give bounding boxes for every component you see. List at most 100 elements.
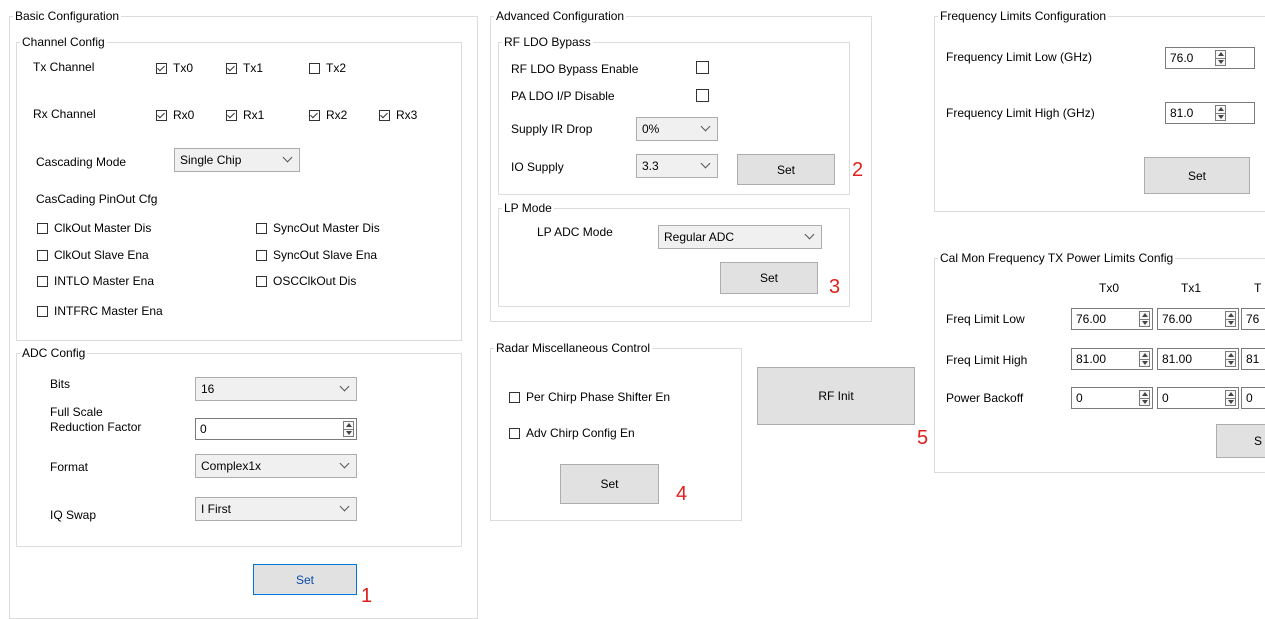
oscclkout-dis-checkbox[interactable]: OSCClkOut Dis [256, 274, 356, 288]
spinner-arrows-icon[interactable] [1215, 105, 1226, 121]
frequency-limit-low-label: Frequency Limit Low (GHz) [946, 50, 1093, 64]
spinner-arrows-icon[interactable] [1225, 390, 1236, 406]
lp-mode-set-button[interactable]: Set [720, 262, 818, 294]
bits-select[interactable]: 16 [195, 377, 357, 401]
pa-ldo-disable-checkbox[interactable] [696, 89, 709, 102]
cascading-mode-label: Cascading Mode [36, 155, 127, 169]
syncout-slave-ena-box[interactable] [256, 249, 267, 261]
chevron-down-icon [339, 501, 350, 512]
io-supply-label: IO Supply [511, 160, 564, 174]
frequency-limit-low-value: 76.0 [1170, 51, 1194, 65]
syncout-slave-ena-label: SyncOut Slave Ena [273, 248, 378, 262]
spinner-arrows-icon[interactable] [1225, 311, 1236, 327]
chevron-down-icon [700, 121, 711, 132]
calmon-low-tx2-input[interactable]: 76 [1241, 308, 1265, 330]
calmon-col-tx1: Tx1 [1181, 281, 1202, 295]
rx3-checkbox-box[interactable] [379, 109, 390, 121]
calmon-col-tx0: Tx0 [1099, 281, 1120, 295]
iq-swap-select[interactable]: I First [195, 497, 357, 521]
syncout-master-dis-label: SyncOut Master Dis [273, 221, 380, 235]
lp-adc-mode-value: Regular ADC [664, 230, 735, 244]
supply-ir-drop-select[interactable]: 0% [636, 117, 718, 141]
rx3-checkbox[interactable]: Rx3 [379, 108, 417, 122]
syncout-slave-ena-checkbox[interactable]: SyncOut Slave Ena [256, 248, 377, 262]
clkout-slave-ena-label: ClkOut Slave Ena [54, 248, 149, 262]
rx0-checkbox[interactable]: Rx0 [156, 108, 194, 122]
spinner-arrows-icon[interactable] [1139, 390, 1150, 406]
tx2-checkbox-label: Tx2 [326, 61, 347, 75]
tx1-checkbox-label: Tx1 [243, 61, 264, 75]
spinner-arrows-icon[interactable] [1225, 351, 1236, 367]
oscclkout-dis-box[interactable] [256, 275, 267, 287]
tx0-checkbox-box[interactable] [156, 62, 167, 74]
rx0-checkbox-box[interactable] [156, 109, 167, 121]
calmon-low-tx0-value: 76.00 [1076, 312, 1107, 326]
calmon-backoff-tx0-value: 0 [1076, 391, 1083, 405]
rx1-checkbox-box[interactable] [226, 109, 237, 121]
io-supply-select[interactable]: 3.3 [636, 154, 718, 178]
spinner-arrows-icon[interactable] [1215, 50, 1226, 66]
clkout-master-dis-checkbox[interactable]: ClkOut Master Dis [37, 221, 151, 235]
spinner-arrows-icon[interactable] [1139, 311, 1150, 327]
adv-chirp-config-label: Adv Chirp Config En [526, 426, 635, 440]
spinner-arrows-icon[interactable] [343, 421, 354, 437]
rx-channel-label: Rx Channel [33, 107, 96, 121]
lp-adc-mode-select[interactable]: Regular ADC [658, 225, 822, 249]
marker-5: 5 [917, 427, 929, 449]
rx2-checkbox[interactable]: Rx2 [309, 108, 347, 122]
intlo-master-ena-box[interactable] [37, 275, 48, 287]
tx1-checkbox-box[interactable] [226, 62, 237, 74]
rf-ldo-set-button[interactable]: Set [737, 154, 835, 185]
bits-value: 16 [201, 382, 215, 396]
calmon-set-button[interactable]: S [1216, 424, 1265, 458]
tx1-checkbox[interactable]: Tx1 [226, 61, 263, 75]
rf-ldo-bypass-enable-checkbox[interactable] [696, 61, 709, 74]
rf-init-button[interactable]: RF Init [757, 367, 915, 425]
clkout-slave-ena-box[interactable] [37, 249, 48, 261]
per-chirp-phase-shifter-checkbox[interactable]: Per Chirp Phase Shifter En [509, 390, 670, 404]
full-scale-reduction-value: 0 [200, 422, 207, 436]
frequency-limits-set-button[interactable]: Set [1144, 157, 1250, 194]
format-label: Format [50, 460, 89, 474]
calmon-low-tx1-input[interactable]: 76.00 [1157, 308, 1239, 330]
intlo-master-ena-checkbox[interactable]: INTLO Master Ena [37, 274, 154, 288]
full-scale-reduction-input[interactable]: 0 [195, 418, 357, 440]
calmon-backoff-tx2-input[interactable]: 0 [1241, 387, 1265, 409]
syncout-master-dis-box[interactable] [256, 222, 267, 234]
adv-chirp-config-box[interactable] [509, 427, 520, 439]
frequency-limit-high-input[interactable]: 81.0 [1165, 102, 1255, 124]
cascading-mode-select[interactable]: Single Chip [174, 148, 300, 172]
rx2-checkbox-label: Rx2 [326, 108, 348, 122]
calmon-high-tx2-value: 81 [1246, 352, 1260, 366]
calmon-backoff-tx1-input[interactable]: 0 [1157, 387, 1239, 409]
clkout-slave-ena-checkbox[interactable]: ClkOut Slave Ena [37, 248, 149, 262]
spinner-arrows-icon[interactable] [1139, 351, 1150, 367]
calmon-low-tx0-input[interactable]: 76.00 [1071, 308, 1153, 330]
rx1-checkbox[interactable]: Rx1 [226, 108, 264, 122]
channel-config-legend: Channel Config [22, 35, 105, 49]
calmon-backoff-tx0-input[interactable]: 0 [1071, 387, 1153, 409]
intfrc-master-ena-box[interactable] [37, 305, 48, 317]
calmon-high-tx1-input[interactable]: 81.00 [1157, 348, 1239, 370]
calmon-col-tx2: T [1254, 281, 1262, 295]
rx2-checkbox-box[interactable] [309, 109, 320, 121]
calmon-high-tx0-input[interactable]: 81.00 [1071, 348, 1153, 370]
intlo-master-ena-label: INTLO Master Ena [54, 274, 155, 288]
intfrc-master-ena-checkbox[interactable]: INTFRC Master Ena [37, 304, 163, 318]
frequency-limit-low-input[interactable]: 76.0 [1165, 47, 1255, 69]
tx2-checkbox[interactable]: Tx2 [309, 61, 346, 75]
oscclkout-dis-label: OSCClkOut Dis [273, 274, 357, 288]
clkout-master-dis-box[interactable] [37, 222, 48, 234]
basic-set-button[interactable]: Set [253, 564, 357, 595]
syncout-master-dis-checkbox[interactable]: SyncOut Master Dis [256, 221, 380, 235]
frequency-limits-legend: Frequency Limits Configuration [940, 9, 1107, 23]
radar-misc-set-button[interactable]: Set [560, 464, 659, 504]
adv-chirp-config-checkbox[interactable]: Adv Chirp Config En [509, 426, 635, 440]
per-chirp-phase-shifter-box[interactable] [509, 391, 520, 403]
calmon-low-tx2-value: 76 [1246, 312, 1260, 326]
format-select[interactable]: Complex1x [195, 454, 357, 478]
iq-swap-value: I First [201, 502, 231, 516]
tx0-checkbox[interactable]: Tx0 [156, 61, 193, 75]
tx2-checkbox-box[interactable] [309, 62, 320, 74]
calmon-high-tx2-input[interactable]: 81 [1241, 348, 1265, 370]
